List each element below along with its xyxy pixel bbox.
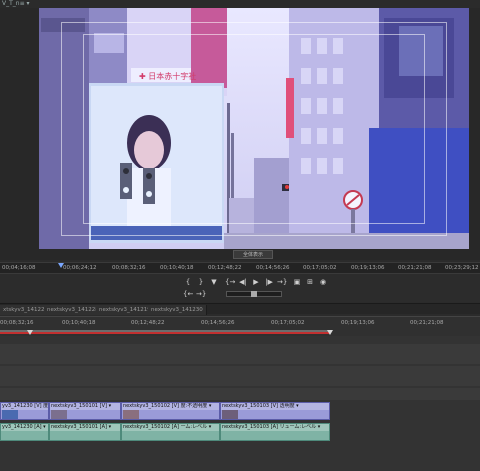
zoom-level-dropdown[interactable]: 全体表示	[233, 250, 273, 259]
clip-thumbnail	[123, 410, 139, 419]
clip-thumbnail	[2, 410, 18, 419]
clip-label: nextskyv3_150102 [V] 度:不透明度 ▾	[122, 403, 219, 410]
panel-tab-title[interactable]: V_T_n≡ ▾	[0, 0, 30, 8]
track-lane	[0, 388, 480, 400]
ruler-timecode: 00;12;48;22	[131, 320, 165, 326]
audio-clip[interactable]: nextskyv3_150103 [A] リューム:レベル ▾	[220, 423, 330, 441]
monitor-playhead[interactable]	[58, 263, 64, 268]
ruler-timecode: 00;23;29;12	[445, 265, 479, 271]
tab-sequence[interactable]: nextskyv3_141230	[148, 305, 207, 315]
clip-thumbnail	[222, 410, 238, 419]
video-clip[interactable]: nextskyv3_150101 [V] ▾	[49, 402, 121, 420]
add-marker-button[interactable]: ▼	[209, 277, 219, 287]
ruler-timecode: 00;21;21;08	[398, 265, 432, 271]
ruler-timecode: 00;04;16;08	[2, 265, 36, 271]
insert-button[interactable]: ▣	[292, 277, 302, 287]
clip-label: nextskyv3_150103 [A] リューム:レベル ▾	[221, 424, 329, 431]
timeline-tracks-area[interactable]: yv3_141230 [V] 度:不透明度 nextskyv3_150101 […	[0, 336, 480, 471]
video-clip[interactable]: nextskyv3_150103 [V] 透明度 ▾	[220, 402, 330, 420]
ruler-timecode: 00;17;05;02	[271, 320, 305, 326]
clip-label: yv3_141230 [A] ▾	[1, 424, 48, 431]
ruler-timecode: 00;08;32;16	[112, 265, 146, 271]
mark-in-button[interactable]: {	[183, 277, 193, 287]
audio-clip[interactable]: yv3_141230 [A] ▾	[0, 423, 49, 441]
work-area-end-handle[interactable]	[327, 330, 333, 335]
clip-label: nextskyv3_150102 [A] ーム:レベル ▾	[122, 424, 219, 431]
ruler-timecode: 00;19;13;06	[351, 265, 385, 271]
video-clip[interactable]: nextskyv3_150102 [V] 度:不透明度 ▾	[121, 402, 220, 420]
clip-label: nextskyv3_150103 [V] 透明度 ▾	[221, 403, 329, 410]
ruler-timecode: 00;21;21;08	[410, 320, 444, 326]
go-to-out-button[interactable]: →}	[277, 277, 287, 287]
ruler-timecode: 00;12;48;22	[208, 265, 242, 271]
sequence-tab-bar: xtskyv3_141226 nextskyv3_141228 nextskyv…	[0, 303, 480, 315]
video-clip[interactable]: yv3_141230 [V] 度:不透明度	[0, 402, 49, 420]
go-to-in-button[interactable]: {→	[225, 277, 235, 287]
clip-thumbnail	[51, 410, 67, 419]
mark-out-button[interactable]: }	[196, 277, 206, 287]
ruler-timecode: 00;10;40;18	[62, 320, 96, 326]
audio-clip[interactable]: nextskyv3_150101 [A] ▾	[49, 423, 121, 441]
ruler-timecode: 00;08;32;16	[0, 320, 34, 326]
jog-shuttle-slider[interactable]	[226, 291, 282, 297]
export-frame-button[interactable]: ◉	[318, 277, 328, 287]
clip-label: nextskyv3_150101 [V] ▾	[50, 403, 120, 410]
safe-margins-button[interactable]: ⊞	[305, 277, 315, 287]
ruler-timecode: 00;10;40;18	[160, 265, 194, 271]
work-area-start-handle[interactable]	[27, 330, 33, 335]
ruler-timecode: 00;19;13;06	[341, 320, 375, 326]
shuttle-handle[interactable]	[251, 291, 257, 297]
tab-sequence[interactable]: nextskyv3_141228	[44, 305, 103, 315]
transport-controls: { } ▼ {→ ◀| ▶ |▶ →} ▣ ⊞ ◉ {← →}	[0, 274, 480, 302]
step-back-button[interactable]: ◀|	[238, 277, 248, 287]
ruler-timecode: 00;06;24;12	[63, 265, 97, 271]
ruler-timecode: 00;17;05;02	[303, 265, 337, 271]
clip-label: yv3_141230 [V] 度:不透明度	[1, 403, 48, 410]
tab-sequence[interactable]: nextskyv3_141219	[96, 305, 155, 315]
step-forward-button[interactable]: |▶	[264, 277, 274, 287]
ruler-timecode: 00;14;56;26	[256, 265, 290, 271]
audio-clip[interactable]: nextskyv3_150102 [A] ーム:レベル ▾	[121, 423, 220, 441]
video-frame: ✚ 日本赤十字社	[39, 8, 469, 249]
render-bar	[0, 332, 330, 334]
loop-button[interactable]: →}	[196, 289, 206, 299]
clip-label: nextskyv3_150101 [A] ▾	[50, 424, 120, 431]
monitor-time-ruler[interactable]: 00;04;16;08 00;06;24;12 00;08;32;16 00;1…	[0, 262, 480, 274]
ruler-timecode: 00;14;56;26	[201, 320, 235, 326]
track-lane	[0, 366, 480, 386]
track-lane	[0, 344, 480, 364]
title-safe-margin	[83, 34, 425, 224]
timeline-ruler[interactable]: 00;08;32;16 00;10;40;18 00;12;48;22 00;1…	[0, 316, 480, 336]
play-in-to-out-button[interactable]: {←	[183, 289, 193, 299]
play-button[interactable]: ▶	[251, 277, 261, 287]
